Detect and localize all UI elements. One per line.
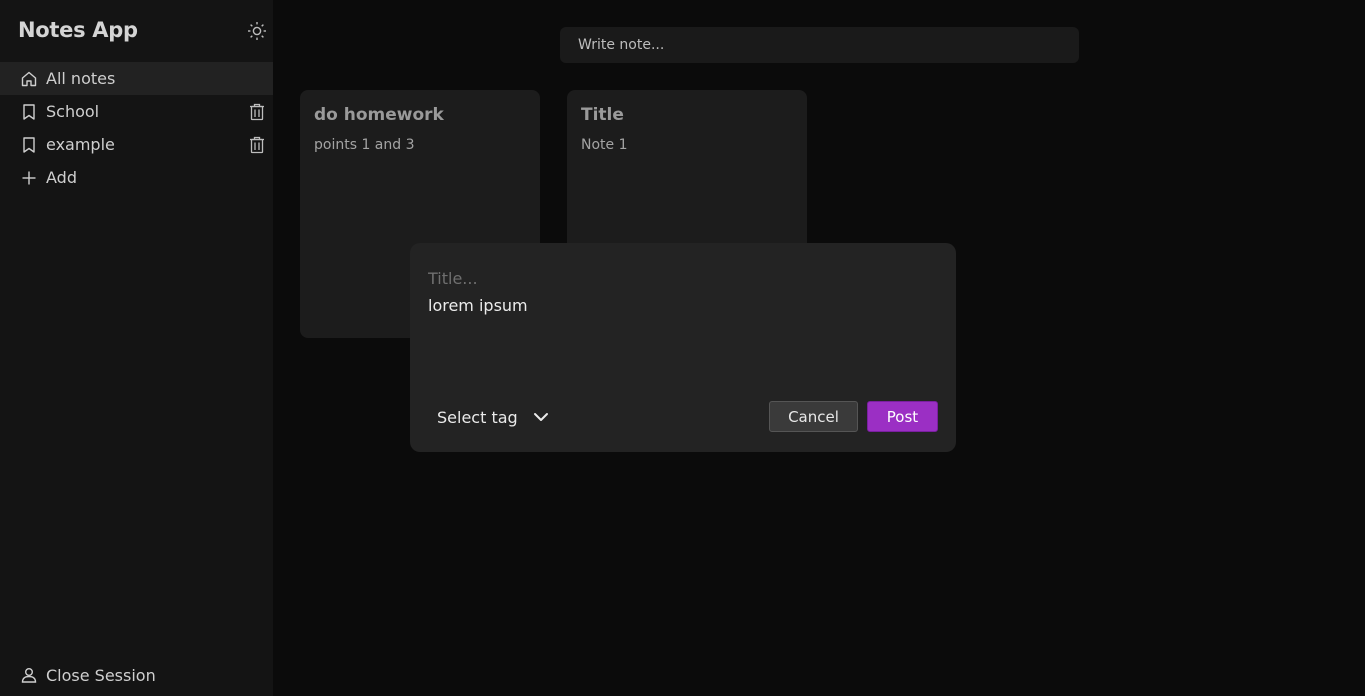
notes-app: Notes App All notes School example Add C… [0,0,1365,696]
write-note-input[interactable] [560,27,1079,63]
sidebar-item-label: School [46,102,100,121]
sidebar-item-label: All notes [46,69,116,88]
app-title: Notes App [18,18,138,42]
close-session-button[interactable]: Close Session [0,654,273,696]
sidebar-nav: All notes School example Add [0,62,273,194]
note-title: do homework [314,105,444,125]
sidebar-item-label: Add [46,168,77,187]
note-title: Title [581,105,624,125]
close-session-label: Close Session [46,665,156,685]
sidebar-item-label: example [46,135,115,154]
theme-toggle-sun-icon[interactable] [246,20,268,42]
sidebar: Notes App All notes School example Add C… [0,0,273,696]
user-icon [20,666,38,684]
sidebar-item-school[interactable]: School [0,95,273,128]
cancel-button[interactable]: Cancel [769,401,858,432]
trash-icon[interactable] [248,103,266,121]
tag-select-dropdown[interactable]: Select tag [437,404,550,430]
home-icon [20,70,38,88]
chevron-down-icon [532,408,550,426]
note-title-input[interactable] [428,267,928,289]
bookmark-icon [20,136,38,154]
sidebar-item-all-notes[interactable]: All notes [0,62,273,95]
sidebar-item-add[interactable]: Add [0,161,273,194]
note-body: Note 1 [581,137,628,153]
note-body-textarea[interactable]: lorem ipsum [428,296,938,376]
tag-select-label: Select tag [437,407,518,427]
sidebar-item-example[interactable]: example [0,128,273,161]
bookmark-icon [20,103,38,121]
plus-icon [20,169,38,187]
note-body: points 1 and 3 [314,137,415,153]
trash-icon[interactable] [248,136,266,154]
post-button[interactable]: Post [867,401,938,432]
